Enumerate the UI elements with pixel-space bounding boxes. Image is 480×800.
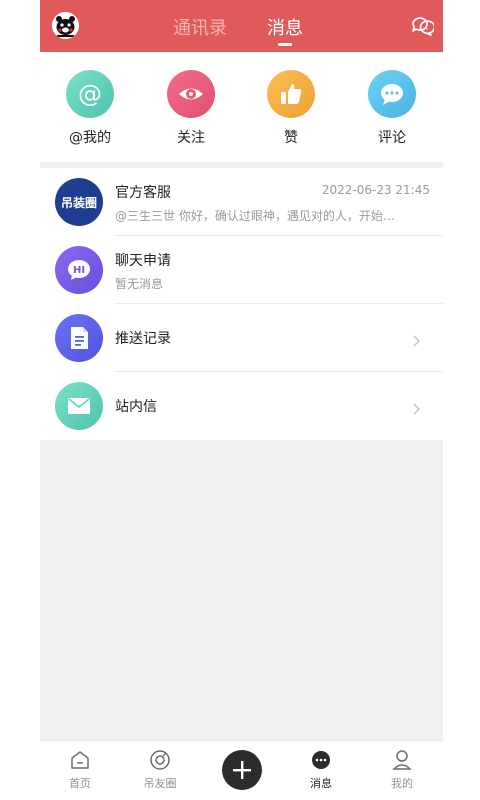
- nav-home[interactable]: 首页: [50, 749, 110, 791]
- svg-text:@: @: [78, 80, 102, 108]
- logo-avatar: 吊装圈: [55, 178, 103, 226]
- chevron-right-icon: [413, 400, 421, 415]
- nav-moments[interactable]: 吊友圈: [130, 749, 190, 791]
- message-preview: 暂无消息: [115, 277, 164, 291]
- quick-action-label: 关注: [177, 130, 205, 146]
- message-time: 2022-06-23 21:45: [321, 183, 430, 197]
- quick-action-label: 赞: [284, 130, 298, 146]
- quick-action-follow[interactable]: 关注: [151, 70, 231, 147]
- list-item-push-records[interactable]: 推送记录: [40, 304, 443, 372]
- nav-messages[interactable]: 消息: [291, 749, 351, 791]
- chat-bubbles-icon[interactable]: [410, 14, 436, 38]
- top-tabs: 通讯录 消息: [40, 0, 443, 52]
- user-icon: [391, 749, 413, 771]
- quick-action-at-me[interactable]: @ @我的: [50, 70, 130, 147]
- message-title: 官方客服: [115, 185, 171, 201]
- at-icon: @: [66, 70, 114, 118]
- active-tab-indicator: [278, 43, 292, 46]
- chevron-right-icon: [413, 332, 421, 347]
- quick-action-like[interactable]: 赞: [251, 70, 331, 147]
- tab-messages[interactable]: 消息: [267, 14, 303, 40]
- thumbs-up-icon: [267, 70, 315, 118]
- moments-icon: [149, 749, 171, 771]
- eye-icon: [167, 70, 215, 118]
- nav-label: 吊友圈: [143, 777, 177, 790]
- svg-text:HI: HI: [73, 265, 85, 276]
- list-item-official-service[interactable]: 吊装圈 官方客服 2022-06-23 21:45 @三生三世 你好，确认过眼神…: [40, 168, 443, 236]
- nav-label: 首页: [69, 777, 91, 790]
- document-icon: [55, 314, 103, 362]
- quick-action-label: 评论: [378, 130, 406, 146]
- mail-icon: [55, 382, 103, 430]
- message-icon: [310, 749, 332, 771]
- header-bar: 通讯录 消息: [40, 0, 443, 52]
- quick-actions: @ @我的 关注 赞 评论: [40, 52, 443, 162]
- nav-profile[interactable]: 我的: [372, 749, 432, 791]
- home-icon: [69, 749, 91, 771]
- comment-icon: [368, 70, 416, 118]
- bottom-nav: 首页 吊友圈 消息 我的: [40, 740, 443, 800]
- app-screen: 通讯录 消息 @ @我的 关注 赞 评论 吊装圈 官方客服 2022-06-23…: [40, 0, 443, 800]
- logo-text: 吊装圈: [61, 195, 97, 210]
- plus-icon[interactable]: [222, 750, 262, 790]
- message-title: 聊天申请: [115, 253, 171, 269]
- message-list: 吊装圈 官方客服 2022-06-23 21:45 @三生三世 你好，确认过眼神…: [40, 168, 443, 440]
- quick-action-comment[interactable]: 评论: [352, 70, 432, 147]
- list-item-chat-request[interactable]: HI 聊天申请 暂无消息: [40, 236, 443, 304]
- message-title: 站内信: [115, 399, 157, 415]
- list-item-inbox[interactable]: 站内信: [40, 372, 443, 440]
- quick-action-label: @我的: [69, 130, 111, 146]
- nav-label: 我的: [391, 777, 413, 790]
- nav-label: 消息: [310, 777, 332, 790]
- message-preview: @三生三世 你好，确认过眼神，遇见对的人，开始…: [115, 209, 395, 223]
- hi-bubble-icon: HI: [55, 246, 103, 294]
- message-title: 推送记录: [115, 331, 171, 347]
- tab-contacts[interactable]: 通讯录: [173, 14, 227, 40]
